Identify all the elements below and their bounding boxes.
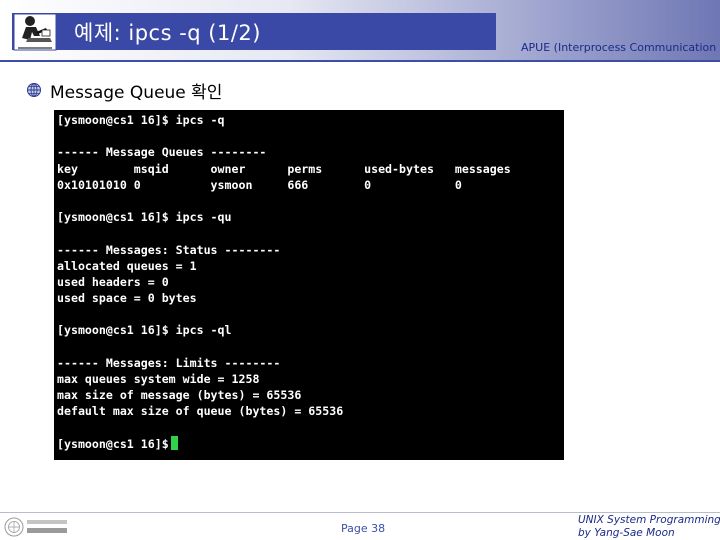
terminal-line: allocated queues = 1 xyxy=(57,258,197,273)
terminal-line: ------ Message Queues -------- xyxy=(57,145,267,160)
terminal-line: default max size of queue (bytes) = 6553… xyxy=(57,404,344,419)
university-logo-icon xyxy=(4,517,67,537)
footer-divider xyxy=(0,512,720,513)
header-divider xyxy=(0,60,720,62)
terminal-prompt: [ysmoon@cs1 16]$ xyxy=(57,436,169,451)
terminal-window[interactable]: [ysmoon@cs1 16]$ ipcs -q ------ Message … xyxy=(54,110,564,460)
bullet-heading: Message Queue 확인 xyxy=(50,83,223,103)
terminal-line: max size of message (bytes) = 65536 xyxy=(57,388,302,403)
terminal-line: [ysmoon@cs1 16]$ ipcs -q xyxy=(57,113,225,127)
terminal-line: ------ Messages: Limits -------- xyxy=(57,355,281,370)
terminal-output: [ysmoon@cs1 16]$ ipcs -q ------ Message … xyxy=(57,112,511,452)
page-number: Page 38 xyxy=(341,522,386,535)
terminal-line: ------ Messages: Status -------- xyxy=(57,242,281,257)
professor-at-desk-icon xyxy=(13,13,57,51)
course-credit: UNIX System Programming by Yang-Sae Moon xyxy=(578,514,720,540)
terminal-line: [ysmoon@cs1 16]$ ipcs -qu xyxy=(57,210,232,225)
course-subject: APUE (Interprocess Communication xyxy=(521,41,717,54)
terminal-line: [ysmoon@cs1 16]$ ipcs -ql xyxy=(57,323,232,338)
course-title: UNIX System Programming xyxy=(578,514,720,526)
terminal-line: key msqid owner perms used-bytes message… xyxy=(57,161,511,176)
terminal-cursor[interactable] xyxy=(170,435,178,450)
title-bar: 예제: ipcs -q (1/2) xyxy=(12,13,496,50)
terminal-line: max queues system wide = 1258 xyxy=(57,372,260,386)
terminal-prompt-line: [ysmoon@cs1 16]$ xyxy=(57,435,511,452)
page-title: 예제: ipcs -q (1/2) xyxy=(74,20,261,45)
terminal-line: used headers = 0 xyxy=(57,274,169,289)
terminal-line: 0x10101010 0 ysmoon 666 0 0 xyxy=(57,177,462,192)
course-author: by Yang-Sae Moon xyxy=(578,527,675,539)
terminal-line: used space = 0 bytes xyxy=(57,291,197,306)
bullet-globe-icon xyxy=(27,83,41,97)
